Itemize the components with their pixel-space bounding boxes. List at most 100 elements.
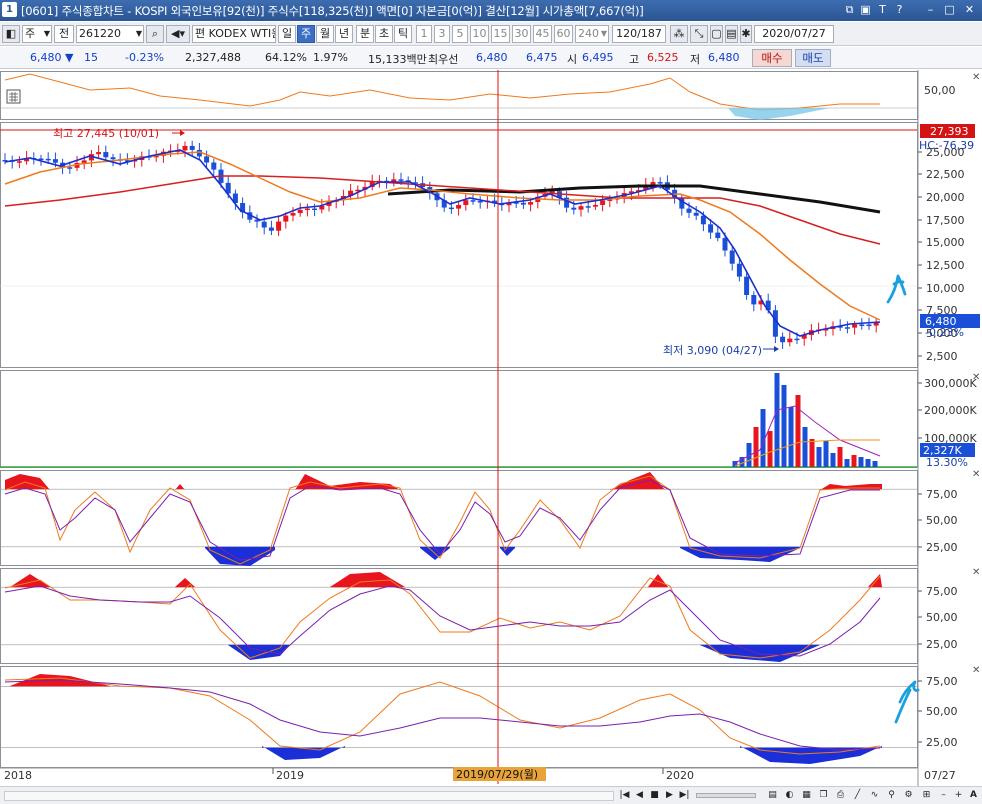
volume-bar: [795, 395, 801, 467]
indicator-icon[interactable]: ∿: [868, 789, 881, 802]
crosshair-icon[interactable]: ⁂: [670, 25, 688, 43]
volume-bar: [781, 385, 787, 467]
grid-icon[interactable]: [6, 89, 21, 104]
print-icon[interactable]: ⎙: [834, 789, 847, 802]
panel-toggle-icon[interactable]: ◧: [2, 25, 20, 43]
buy-button[interactable]: 매수: [752, 49, 792, 67]
first-icon[interactable]: |◀: [618, 789, 631, 802]
candle-body: [261, 221, 267, 228]
chart-type-icon[interactable]: ▤: [766, 789, 779, 802]
price-tick-label: 15,000: [926, 236, 965, 249]
restore-small-icon[interactable]: ⧉: [842, 2, 857, 18]
search-icon[interactable]: ⌕: [146, 25, 164, 43]
toggle-icon[interactable]: ◐: [783, 789, 796, 802]
interval-1[interactable]: 1: [416, 25, 432, 43]
collapse-icon[interactable]: ✕: [972, 72, 980, 83]
chart-area[interactable]: 50,00 ✕ 최고 27,445 (10/01) 최저 3,090 (04/2…: [0, 70, 982, 786]
draw-line-icon[interactable]: ⤡: [690, 25, 708, 43]
volume-bar: [830, 453, 836, 467]
last-icon[interactable]: ▶|: [678, 789, 691, 802]
volume-bar: [802, 427, 808, 467]
candle-body: [578, 206, 584, 210]
candle-body: [693, 212, 699, 216]
close-icon[interactable]: ✕: [962, 2, 977, 18]
prev-icon[interactable]: ◀: [633, 789, 646, 802]
tab-day[interactable]: 일: [278, 25, 296, 43]
price-tick-label: 20,000: [926, 191, 965, 204]
bar-count[interactable]: 120/187: [612, 25, 666, 43]
zoom-in-icon[interactable]: +: [952, 789, 965, 802]
interval-3[interactable]: 3: [434, 25, 450, 43]
volume: 2,327,488: [185, 51, 241, 64]
window-icon[interactable]: 1: [2, 2, 17, 17]
sell-button[interactable]: 매도: [795, 49, 831, 67]
stop-icon[interactable]: ■: [648, 789, 661, 802]
tab-year[interactable]: 년: [335, 25, 353, 43]
gear-icon[interactable]: ✱: [740, 25, 752, 43]
code-input[interactable]: 261220 ▼: [76, 25, 144, 43]
collapse-icon[interactable]: ✕: [972, 469, 980, 480]
candle-body: [722, 238, 728, 251]
grid-toggle-icon[interactable]: ⊞: [920, 789, 933, 802]
collapse-icon[interactable]: ✕: [972, 372, 980, 383]
font-icon[interactable]: T: [875, 2, 890, 18]
interval-5[interactable]: 5: [452, 25, 468, 43]
volume-bar: [823, 441, 829, 467]
maximize-icon[interactable]: □: [942, 2, 957, 18]
volume-bar: [774, 373, 780, 467]
collapse-icon[interactable]: ✕: [972, 567, 980, 578]
speaker-icon[interactable]: ◀▾: [166, 25, 190, 43]
bid-price: 6,475: [526, 51, 558, 64]
next-icon[interactable]: ▶: [663, 789, 676, 802]
candle-body: [585, 206, 591, 208]
settings-icon[interactable]: ⚙: [902, 789, 915, 802]
tab-month[interactable]: 월: [316, 25, 334, 43]
layout-icon[interactable]: ▦: [800, 789, 813, 802]
collapse-icon[interactable]: ✕: [972, 665, 980, 676]
ticker-type[interactable]: 전: [54, 25, 74, 43]
tab-week[interactable]: 주: [297, 25, 315, 43]
interval-15[interactable]: 15: [491, 25, 510, 43]
amount: 15,133백만: [368, 53, 427, 66]
chart-canvas[interactable]: 50,00 ✕ 최고 27,445 (10/01) 최저 3,090 (04/2…: [0, 70, 982, 786]
lock-icon[interactable]: ▢: [710, 25, 723, 43]
volume-panel: [0, 373, 917, 468]
interval-60[interactable]: 60: [554, 25, 573, 43]
font-size-icon[interactable]: A: [967, 789, 980, 802]
candle-body: [780, 336, 786, 343]
chevron-down-icon: ▼: [135, 29, 142, 38]
line-icon[interactable]: ╱: [851, 789, 864, 802]
oscillator-tick-label: 50,00: [926, 705, 958, 718]
volume-tick-label: 300,000K: [924, 377, 977, 390]
candle-body: [103, 152, 109, 158]
tab-second[interactable]: 초: [375, 25, 393, 43]
interval-10[interactable]: 10: [470, 25, 489, 43]
volume-bar: [788, 407, 794, 467]
candle-body: [182, 145, 188, 151]
period-select[interactable]: 주 ▼: [22, 25, 52, 43]
interval-45[interactable]: 45: [533, 25, 552, 43]
tab-tick[interactable]: 틱: [394, 25, 412, 43]
interval-30[interactable]: 30: [512, 25, 531, 43]
window-layout-icon[interactable]: ▣: [858, 2, 873, 18]
zoom-out-icon[interactable]: –: [937, 789, 950, 802]
price-tick-label: 22,500: [926, 168, 965, 181]
help-icon[interactable]: ?: [892, 2, 907, 18]
save-icon[interactable]: ▤: [725, 25, 738, 43]
change: 15: [84, 51, 98, 64]
oscillator-tick-label: 75,00: [926, 488, 958, 501]
window-title: [0601] 주식종합차트 - KOSPI 외국인보유[92(천)] 주식수[1…: [21, 4, 644, 18]
horizontal-scrollbar[interactable]: [4, 791, 614, 801]
interval-240[interactable]: 240 ▼: [575, 25, 609, 43]
trend-icon[interactable]: ⚲: [885, 789, 898, 802]
zoom-slider[interactable]: [696, 793, 756, 798]
volume-bar: [837, 447, 843, 467]
copy-icon[interactable]: ❐: [817, 789, 830, 802]
volume-bar: [844, 459, 850, 467]
high-price: 6,525: [647, 51, 679, 64]
date-input[interactable]: 2020/07/27: [754, 25, 834, 43]
low-price: 6,480: [708, 51, 740, 64]
minimize-icon[interactable]: –: [923, 2, 938, 18]
tab-minute[interactable]: 분: [356, 25, 374, 43]
candle-body: [859, 324, 865, 326]
